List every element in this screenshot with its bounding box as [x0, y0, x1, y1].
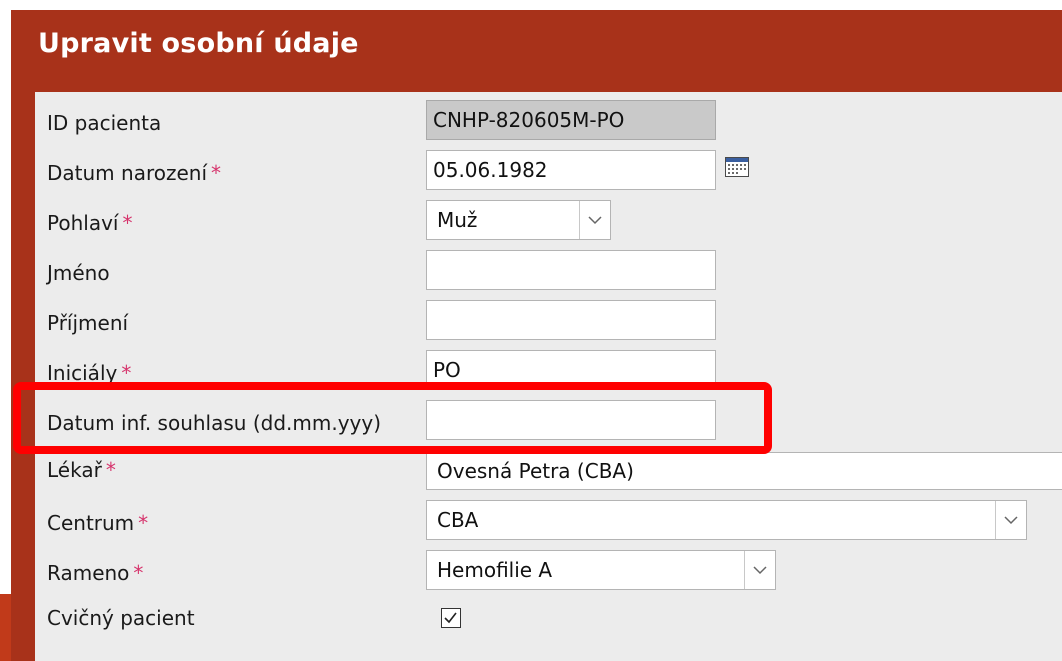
checkmark-icon [444, 612, 457, 624]
last-name-label: Příjmení [47, 311, 129, 335]
gender-select[interactable]: Muž [426, 200, 611, 240]
consent-date-highlight-box [13, 382, 772, 454]
gender-label: Pohlaví * [47, 211, 133, 235]
arm-select[interactable]: Hemofilie A [426, 550, 776, 590]
patient-id-field: CNHP-820605M-PO [426, 100, 716, 140]
patient-id-label: ID pacienta [47, 111, 162, 135]
chevron-down-icon[interactable] [995, 501, 1026, 539]
arm-label: Rameno * [47, 561, 144, 585]
dialog-title: Upravit osobní údaje [38, 28, 359, 59]
form-body: ID pacienta CNHP-820605M-PO Datum naroze… [35, 92, 1062, 661]
center-select[interactable]: CBA [426, 500, 1027, 540]
practice-patient-label: Cvičný pacient [47, 606, 195, 630]
first-name-label: Jméno [47, 261, 110, 285]
birth-date-input[interactable]: 05.06.1982 [426, 150, 716, 190]
birth-date-label: Datum narození * [47, 161, 221, 185]
center-label: Centrum * [47, 511, 149, 535]
doctor-input[interactable]: Ovesná Petra (CBA) [426, 452, 1062, 490]
first-name-input[interactable] [426, 250, 716, 290]
doctor-label: Lékař * [47, 458, 116, 482]
last-name-input[interactable] [426, 300, 716, 340]
calendar-icon[interactable] [725, 157, 749, 177]
chevron-down-icon[interactable] [744, 551, 775, 589]
practice-patient-checkbox[interactable] [441, 608, 461, 628]
chevron-down-icon[interactable] [579, 201, 610, 239]
